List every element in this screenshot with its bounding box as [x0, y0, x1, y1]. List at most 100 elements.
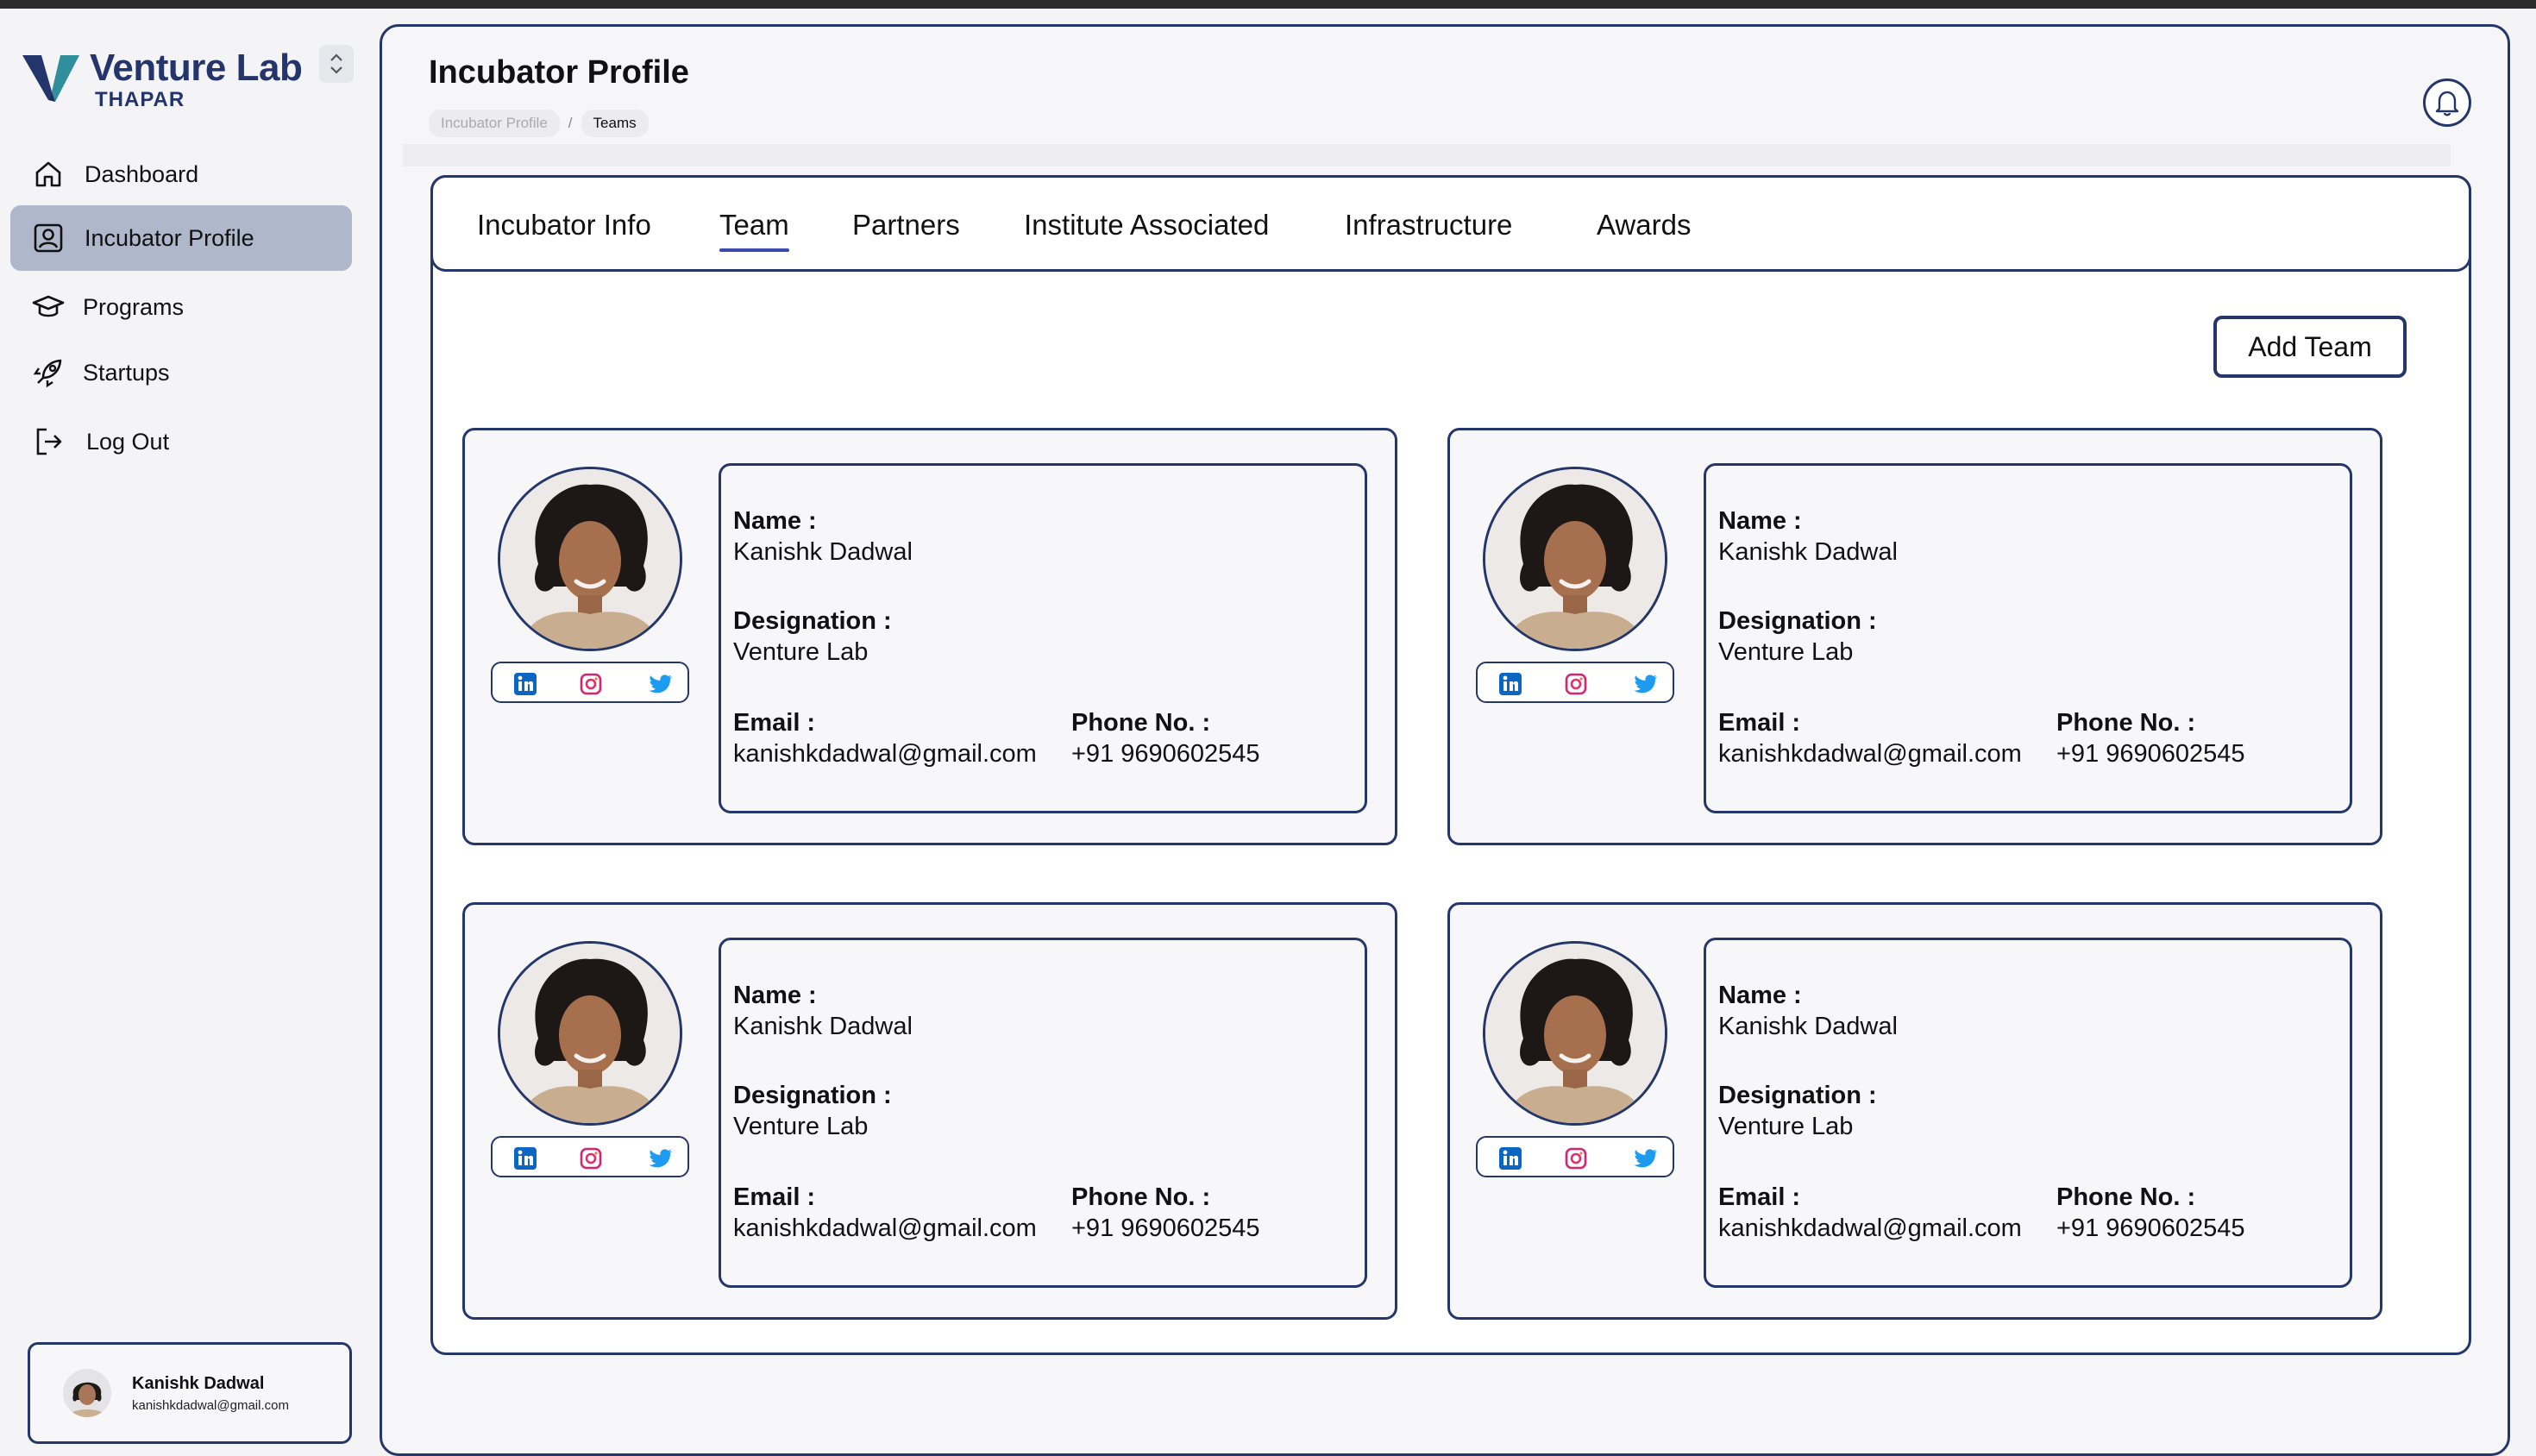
team-member-details: Name : Kanishk Dadwal Designation : Vent…	[1704, 938, 2352, 1288]
team-member-phone[interactable]: +91 9690602545	[1071, 740, 1260, 769]
phone-label: Phone No. :	[2056, 709, 2196, 737]
team-member-photo	[498, 467, 682, 651]
team-panel: Incubator Info Team Partners Institute A…	[430, 175, 2471, 1355]
team-member-email[interactable]: kanishkdadwal@gmail.com	[1718, 1214, 2022, 1243]
add-team-button[interactable]: Add Team	[2213, 316, 2407, 378]
page-title: Incubator Profile	[429, 54, 689, 91]
email-label: Email :	[733, 1183, 816, 1211]
user-profile-card[interactable]: Kanishk Dadwal kanishkdadwal@gmail.com	[28, 1342, 352, 1444]
phone-label: Phone No. :	[2056, 1183, 2196, 1211]
team-member-email[interactable]: kanishkdadwal@gmail.com	[733, 1214, 1037, 1243]
email-label: Email :	[733, 709, 816, 737]
instagram-icon[interactable]	[1564, 672, 1588, 696]
designation-label: Designation :	[1718, 1082, 1877, 1109]
tab-partners[interactable]: Partners	[852, 209, 960, 242]
sidebar-item-incubator-profile[interactable]: Incubator Profile	[10, 205, 352, 271]
social-links	[1476, 662, 1674, 703]
name-label: Name :	[733, 507, 817, 535]
tab-incubator-info[interactable]: Incubator Info	[477, 209, 651, 242]
sidebar-item-label: Dashboard	[85, 160, 199, 187]
team-member-photo	[1483, 941, 1667, 1126]
sidebar-item-programs[interactable]: Programs	[10, 274, 352, 340]
sidebar-item-label: Startups	[83, 359, 170, 386]
team-member-designation: Venture Lab	[733, 1113, 869, 1140]
twitter-icon[interactable]	[646, 672, 674, 696]
tab-institute-associated[interactable]: Institute Associated	[1024, 209, 1269, 242]
header-divider	[403, 144, 2451, 166]
team-member-photo	[1483, 467, 1667, 651]
email-label: Email :	[1718, 1183, 1801, 1211]
team-member-name: Kanishk Dadwal	[733, 538, 913, 566]
linkedin-icon[interactable]	[1498, 1146, 1522, 1170]
designation-label: Designation :	[733, 1082, 892, 1109]
designation-label: Designation :	[733, 607, 892, 635]
designation-label: Designation :	[1718, 607, 1877, 635]
sidebar: Venture Lab THAPAR Dashboard Incubator P…	[0, 9, 369, 1444]
breadcrumb-item-teams[interactable]: Teams	[581, 110, 649, 137]
name-label: Name :	[1718, 982, 1802, 1009]
linkedin-icon[interactable]	[513, 1146, 537, 1170]
team-member-name: Kanishk Dadwal	[733, 1013, 913, 1040]
name-label: Name :	[1718, 507, 1802, 535]
team-member-designation: Venture Lab	[733, 638, 869, 666]
twitter-icon[interactable]	[646, 1146, 674, 1170]
team-member-details: Name : Kanishk Dadwal Designation : Vent…	[719, 938, 1367, 1288]
social-links	[1476, 1136, 1674, 1177]
phone-label: Phone No. :	[1071, 1183, 1211, 1211]
team-member-email[interactable]: kanishkdadwal@gmail.com	[733, 740, 1037, 769]
linkedin-icon[interactable]	[1498, 672, 1522, 696]
window-top-bar	[0, 0, 2536, 9]
linkedin-icon[interactable]	[513, 672, 537, 696]
tab-team[interactable]: Team	[719, 209, 789, 252]
sidebar-item-dashboard[interactable]: Dashboard	[10, 141, 352, 207]
sidebar-item-label: Programs	[83, 293, 185, 320]
breadcrumb-item-incubator-profile[interactable]: Incubator Profile	[429, 110, 560, 137]
logout-icon	[36, 428, 62, 455]
twitter-icon[interactable]	[1631, 1146, 1659, 1170]
main-content: Incubator Profile Incubator Profile / Te…	[380, 24, 2510, 1456]
social-links	[491, 662, 689, 703]
team-member-details: Name : Kanishk Dadwal Designation : Vent…	[1704, 463, 2352, 813]
tab-awards[interactable]: Awards	[1597, 209, 1691, 242]
instagram-icon[interactable]	[1564, 1146, 1588, 1170]
user-card-icon	[34, 223, 63, 253]
tab-infrastructure[interactable]: Infrastructure	[1345, 209, 1512, 242]
team-member-email[interactable]: kanishkdadwal@gmail.com	[1718, 740, 2022, 769]
team-member-photo	[498, 941, 682, 1126]
team-member-card: Name : Kanishk Dadwal Designation : Vent…	[462, 428, 1397, 845]
avatar	[63, 1369, 111, 1417]
breadcrumb-separator: /	[568, 115, 573, 131]
instagram-icon[interactable]	[579, 1146, 603, 1170]
name-label: Name :	[733, 982, 817, 1009]
team-member-designation: Venture Lab	[1718, 638, 1854, 666]
team-member-card: Name : Kanishk Dadwal Designation : Vent…	[462, 902, 1397, 1320]
team-member-phone[interactable]: +91 9690602545	[2056, 740, 2245, 769]
brand-logo[interactable]: Venture Lab THAPAR	[22, 43, 303, 112]
team-member-card: Name : Kanishk Dadwal Designation : Vent…	[1447, 902, 2382, 1320]
phone-label: Phone No. :	[1071, 709, 1211, 737]
team-member-name: Kanishk Dadwal	[1718, 1013, 1898, 1040]
home-icon	[35, 161, 61, 187]
profile-tabs: Incubator Info Team Partners Institute A…	[430, 175, 2471, 272]
team-member-phone[interactable]: +91 9690602545	[2056, 1214, 2245, 1243]
team-member-phone[interactable]: +91 9690602545	[1071, 1214, 1260, 1243]
sidebar-item-startups[interactable]: Startups	[10, 340, 352, 405]
sidebar-item-label: Incubator Profile	[85, 224, 254, 251]
social-links	[491, 1136, 689, 1177]
user-name: Kanishk Dadwal	[132, 1374, 265, 1393]
chevron-up-down-icon	[330, 53, 342, 74]
breadcrumb: Incubator Profile / Teams	[429, 110, 649, 137]
team-member-name: Kanishk Dadwal	[1718, 538, 1898, 566]
email-label: Email :	[1718, 709, 1801, 737]
team-member-designation: Venture Lab	[1718, 1113, 1854, 1140]
team-member-details: Name : Kanishk Dadwal Designation : Vent…	[719, 463, 1367, 813]
rocket-icon	[33, 359, 62, 388]
instagram-icon[interactable]	[579, 672, 603, 696]
workspace-switcher[interactable]	[319, 45, 354, 83]
twitter-icon[interactable]	[1631, 672, 1659, 696]
notifications-button[interactable]	[2423, 78, 2471, 127]
team-member-card: Name : Kanishk Dadwal Designation : Vent…	[1447, 428, 2382, 845]
sidebar-item-logout[interactable]: Log Out	[10, 409, 352, 474]
sidebar-item-label: Log Out	[86, 428, 170, 455]
brand-subtitle: THAPAR	[95, 88, 185, 111]
